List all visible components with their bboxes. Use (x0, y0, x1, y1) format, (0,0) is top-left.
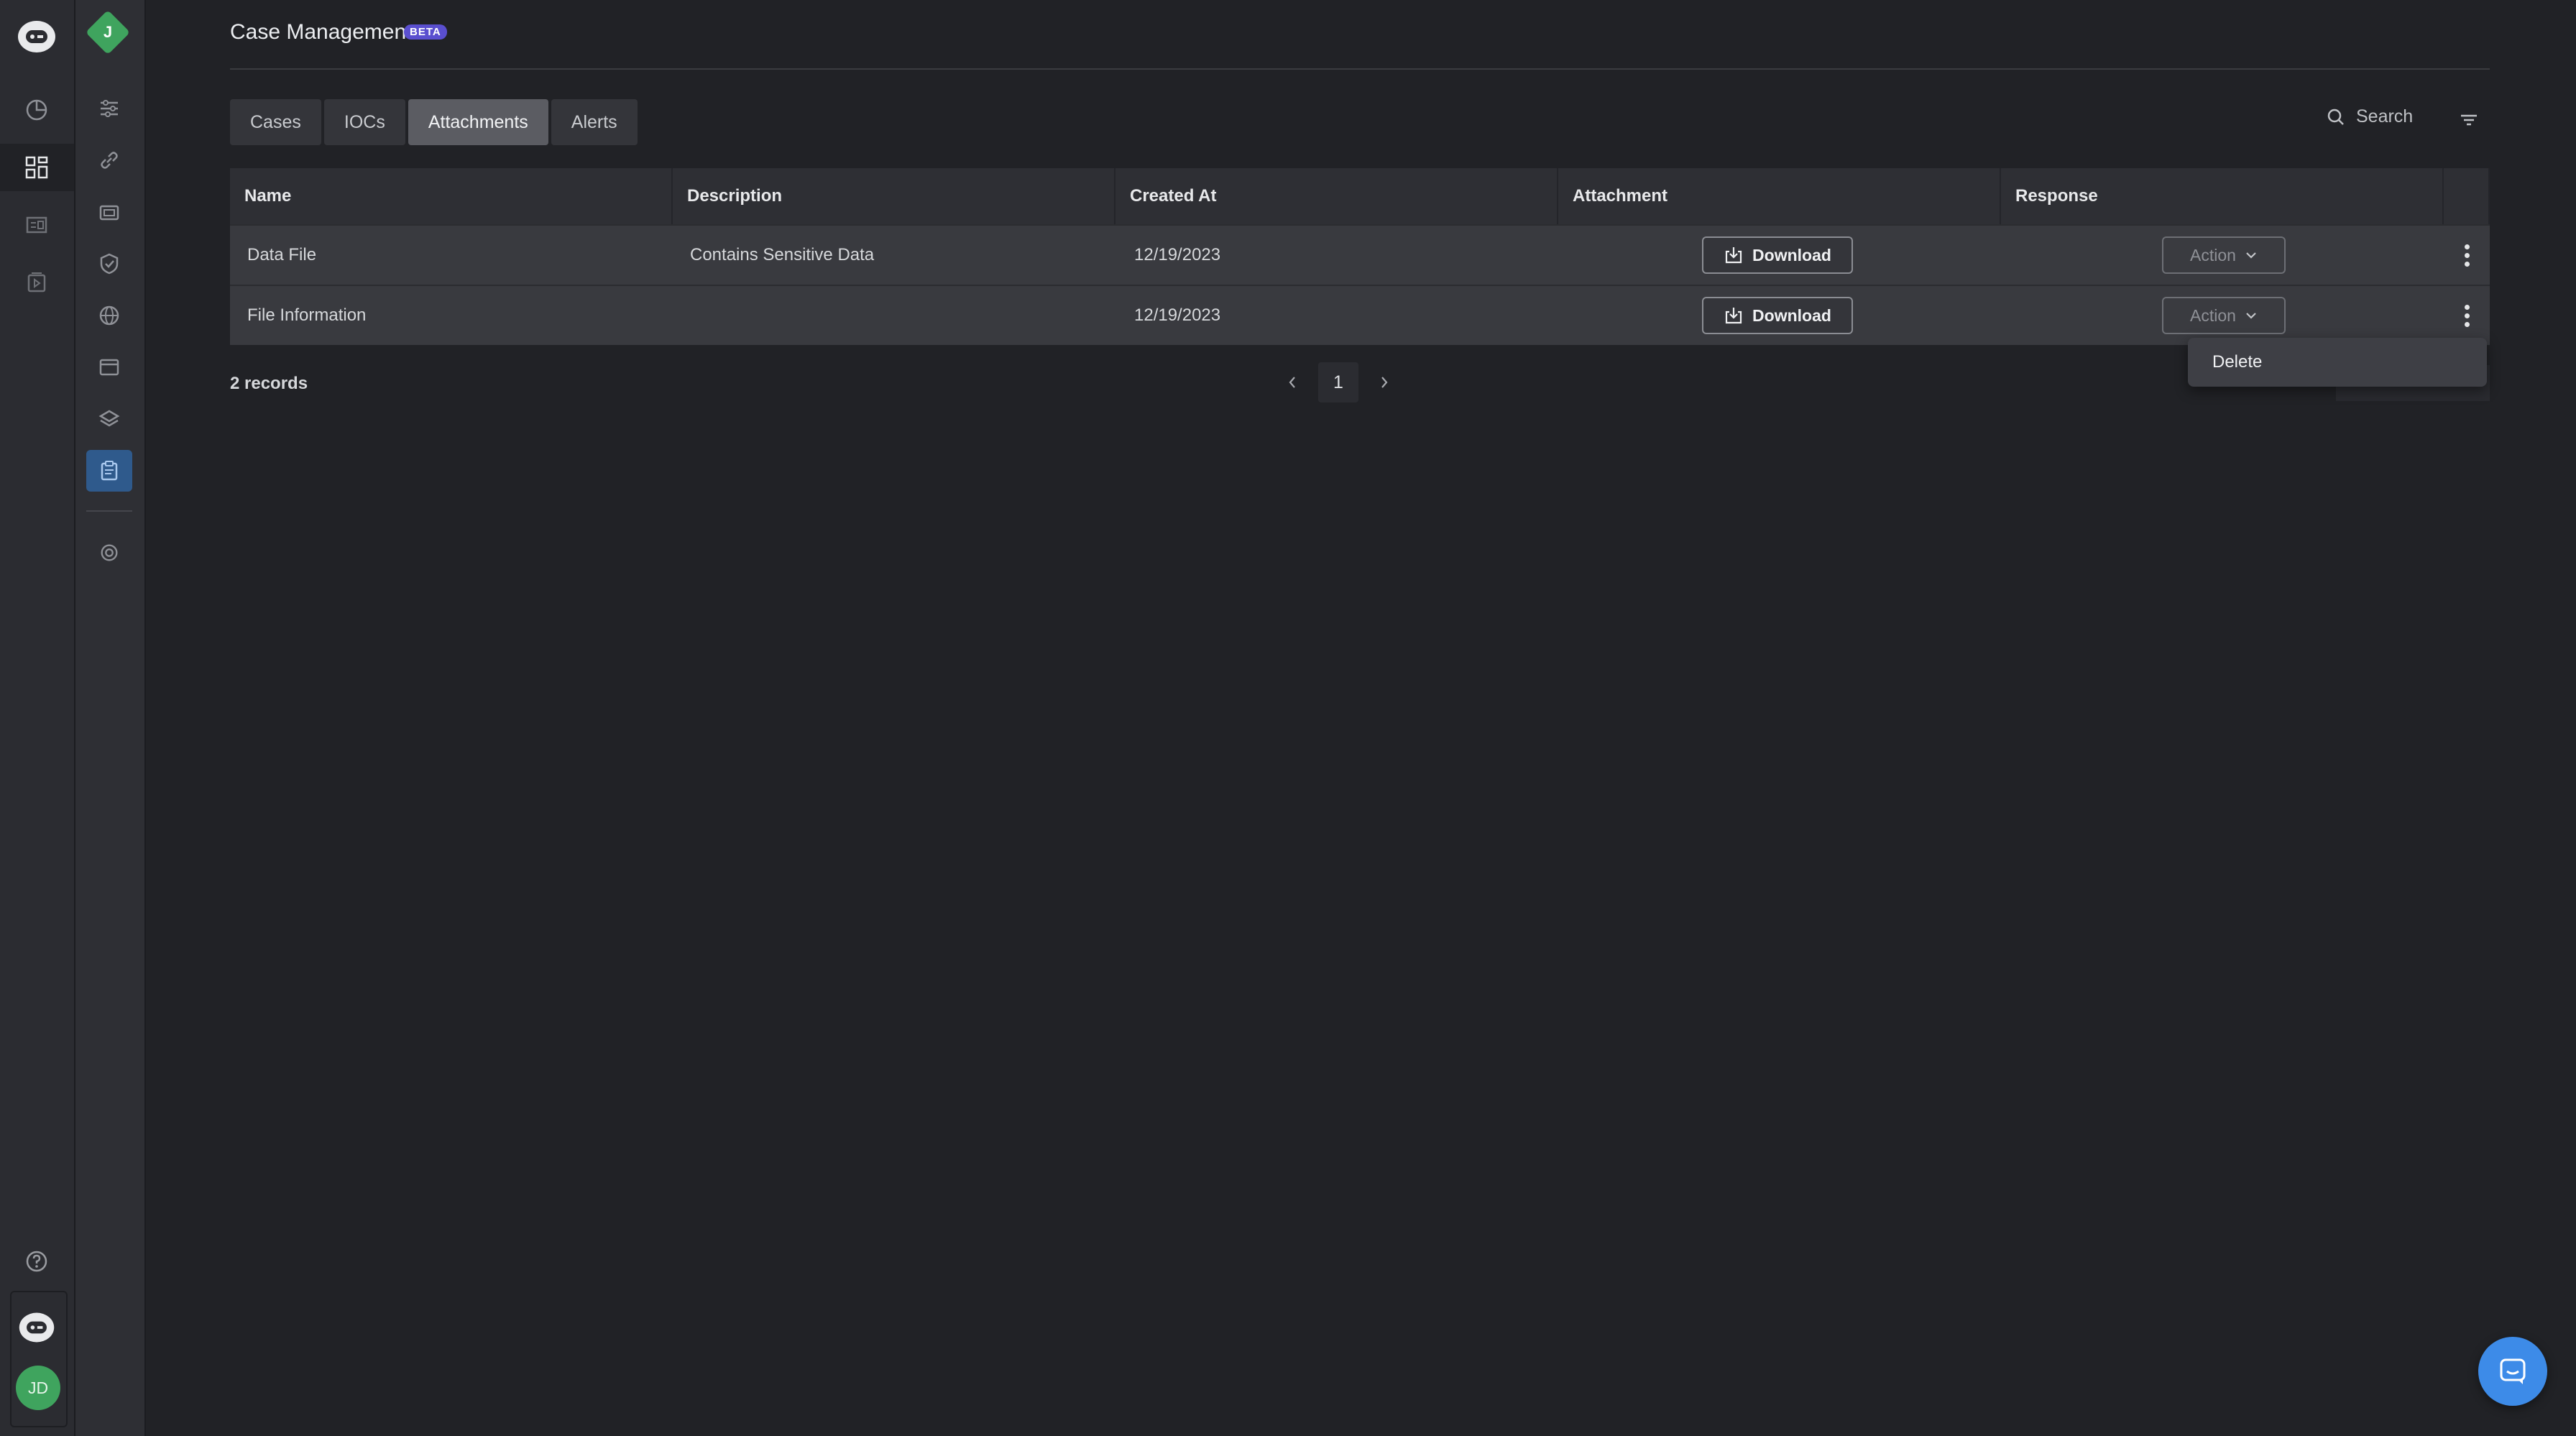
cell-response: Action (2001, 286, 2444, 345)
table-row[interactable]: Data File Contains Sensitive Data 12/19/… (230, 224, 2490, 285)
case-clipboard-icon[interactable] (86, 450, 132, 492)
attachments-table: Name Description Created At Attachment R… (230, 168, 2490, 345)
sidebar-divider (86, 510, 132, 512)
action-label: Action (2190, 245, 2236, 264)
search-icon (2326, 107, 2346, 127)
cell-description: Contains Sensitive Data (690, 245, 875, 264)
prev-page-icon[interactable] (1287, 374, 1298, 390)
cell-description (673, 286, 1116, 345)
chevron-down-icon (2245, 311, 2258, 320)
download-icon (1724, 306, 1744, 325)
playbook-icon[interactable] (16, 262, 58, 303)
user-avatar[interactable]: JD (16, 1366, 60, 1410)
row-options-button[interactable] (2444, 286, 2490, 345)
row-options-menu: Delete (2188, 338, 2487, 387)
dashboard-grid-icon[interactable] (16, 147, 58, 188)
help-icon[interactable] (16, 1241, 58, 1282)
pagination: 1 (1287, 362, 1390, 402)
column-header-attachment[interactable]: Attachment (1558, 168, 2001, 224)
next-page-icon[interactable] (1379, 374, 1390, 390)
chevron-down-icon (2245, 251, 2258, 259)
records-count: 2 records (230, 374, 308, 393)
download-button[interactable]: Download (1702, 297, 1853, 334)
layers-icon[interactable] (86, 398, 132, 440)
cell-name: File Information (247, 305, 367, 325)
action-dropdown[interactable]: Action (2162, 297, 2286, 334)
shield-check-icon[interactable] (86, 243, 132, 285)
column-header-response[interactable]: Response (2001, 168, 2444, 224)
filter-icon[interactable] (2458, 109, 2480, 131)
primary-sidebar: JD (0, 0, 75, 1436)
link-icon[interactable] (86, 139, 132, 181)
workspace-initial: J (103, 23, 113, 41)
cell-created-at: 12/19/2023 (1134, 305, 1221, 325)
cell-response: Action (2001, 226, 2444, 285)
header-divider (230, 68, 2490, 70)
id-card-icon[interactable] (86, 191, 132, 233)
row-options-button[interactable] (2444, 226, 2490, 285)
settings-target-icon[interactable] (86, 532, 132, 574)
tab-iocs[interactable]: IOCs (323, 99, 405, 145)
app-logo-icon[interactable] (16, 1307, 58, 1348)
column-header-name[interactable]: Name (230, 168, 673, 224)
action-dropdown[interactable]: Action (2162, 236, 2286, 274)
tab-bar: Cases IOCs Attachments Alerts (230, 99, 638, 145)
column-options[interactable] (2444, 168, 2490, 224)
search-placeholder: Search (2356, 106, 2414, 126)
app-logo-icon[interactable] (14, 16, 59, 57)
cell-attachment: Download (1558, 226, 2001, 285)
menu-item-delete[interactable]: Delete (2212, 352, 2262, 372)
column-header-description[interactable]: Description (673, 168, 1116, 224)
tab-alerts[interactable]: Alerts (551, 99, 638, 145)
pie-chart-icon[interactable] (16, 89, 58, 131)
browser-window-icon[interactable] (86, 346, 132, 388)
more-vertical-icon (2444, 286, 2490, 345)
download-icon (1724, 246, 1744, 264)
globe-icon[interactable] (86, 295, 132, 336)
download-label: Download (1752, 305, 1831, 325)
cell-name: Data File (247, 245, 317, 264)
chat-launcher-button[interactable] (2478, 1337, 2547, 1406)
table-header: Name Description Created At Attachment R… (230, 168, 2490, 224)
page-title: Case Management (230, 20, 413, 44)
download-label: Download (1752, 245, 1831, 264)
column-header-created-at[interactable]: Created At (1116, 168, 1558, 224)
tab-attachments[interactable]: Attachments (408, 99, 548, 145)
chat-icon (2497, 1356, 2529, 1387)
table-row[interactable]: File Information 12/19/2023 Download Act… (230, 285, 2490, 345)
search-box[interactable]: Search (2326, 106, 2413, 127)
report-icon[interactable] (16, 204, 58, 246)
more-vertical-icon (2444, 226, 2490, 285)
beta-badge: BETA (404, 24, 447, 40)
action-label: Action (2190, 305, 2236, 325)
download-button[interactable]: Download (1702, 236, 1853, 274)
sliders-icon[interactable] (86, 88, 132, 129)
cell-created-at: 12/19/2023 (1134, 245, 1221, 264)
tab-cases[interactable]: Cases (230, 99, 321, 145)
cell-attachment: Download (1558, 286, 2001, 345)
page-number[interactable]: 1 (1318, 362, 1358, 402)
